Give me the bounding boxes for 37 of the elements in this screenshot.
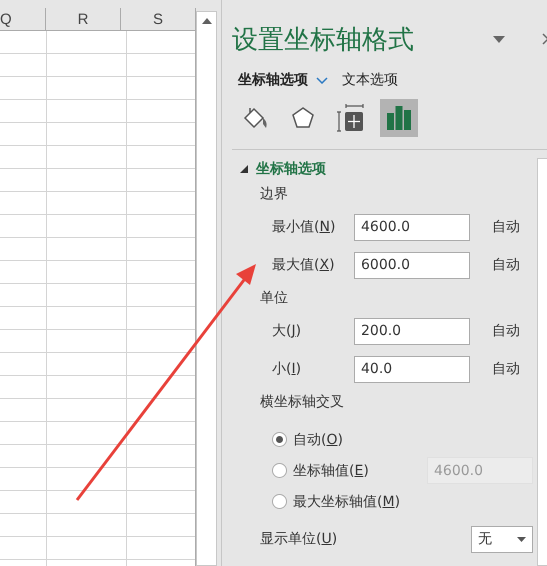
field-label: 大(J): [272, 322, 302, 340]
pane-scrollbar[interactable]: [537, 158, 547, 566]
options-tab[interactable]: 文本选项: [342, 71, 398, 89]
units-dropdown[interactable]: 无: [471, 526, 533, 552]
field-label: 小(I): [272, 360, 302, 378]
auto-reset-button[interactable]: 自动: [492, 322, 520, 340]
dropdown-caret-icon: [517, 536, 526, 542]
field-label: 显示单位(U): [260, 530, 338, 548]
column-header[interactable]: R: [46, 8, 121, 30]
number-field[interactable]: 200.0: [354, 318, 470, 344]
collapse-triangle-icon: [240, 165, 248, 173]
bar-chart-icon: [385, 104, 413, 132]
radio-label: 最大坐标轴值(M): [293, 492, 402, 510]
group-label: 边界: [259, 185, 289, 204]
group-label: 横坐标轴交叉: [259, 393, 345, 412]
auto-reset-button[interactable]: 自动: [492, 218, 520, 236]
scroll-up-icon[interactable]: [202, 18, 212, 24]
number-field[interactable]: 40.0: [354, 356, 470, 382]
chevron-down-icon: [316, 76, 328, 84]
number-field[interactable]: 4600.0: [354, 214, 470, 240]
column-header[interactable]: Q: [0, 8, 46, 30]
radio-button[interactable]: [272, 432, 287, 447]
pane-title: 设置坐标轴格式: [232, 24, 415, 56]
radio-label: 坐标轴值(E): [293, 462, 370, 480]
options-tab[interactable]: 坐标轴选项: [238, 71, 328, 89]
size-properties-icon: [336, 103, 366, 133]
field-label: 最小值(N): [272, 218, 336, 236]
number-field[interactable]: 6000.0: [354, 252, 470, 278]
radio-button[interactable]: [272, 494, 287, 509]
auto-reset-button[interactable]: 自动: [492, 360, 520, 378]
group-label: 单位: [259, 289, 289, 308]
radio-label: 自动(O): [293, 430, 344, 448]
auto-reset-button[interactable]: 自动: [492, 256, 520, 274]
dropdown-caret-icon[interactable]: [493, 36, 505, 42]
section-header[interactable]: 坐标轴选项: [240, 158, 326, 180]
vertical-scrollbar[interactable]: [196, 11, 217, 566]
field-label: 最大值(X): [272, 256, 336, 274]
